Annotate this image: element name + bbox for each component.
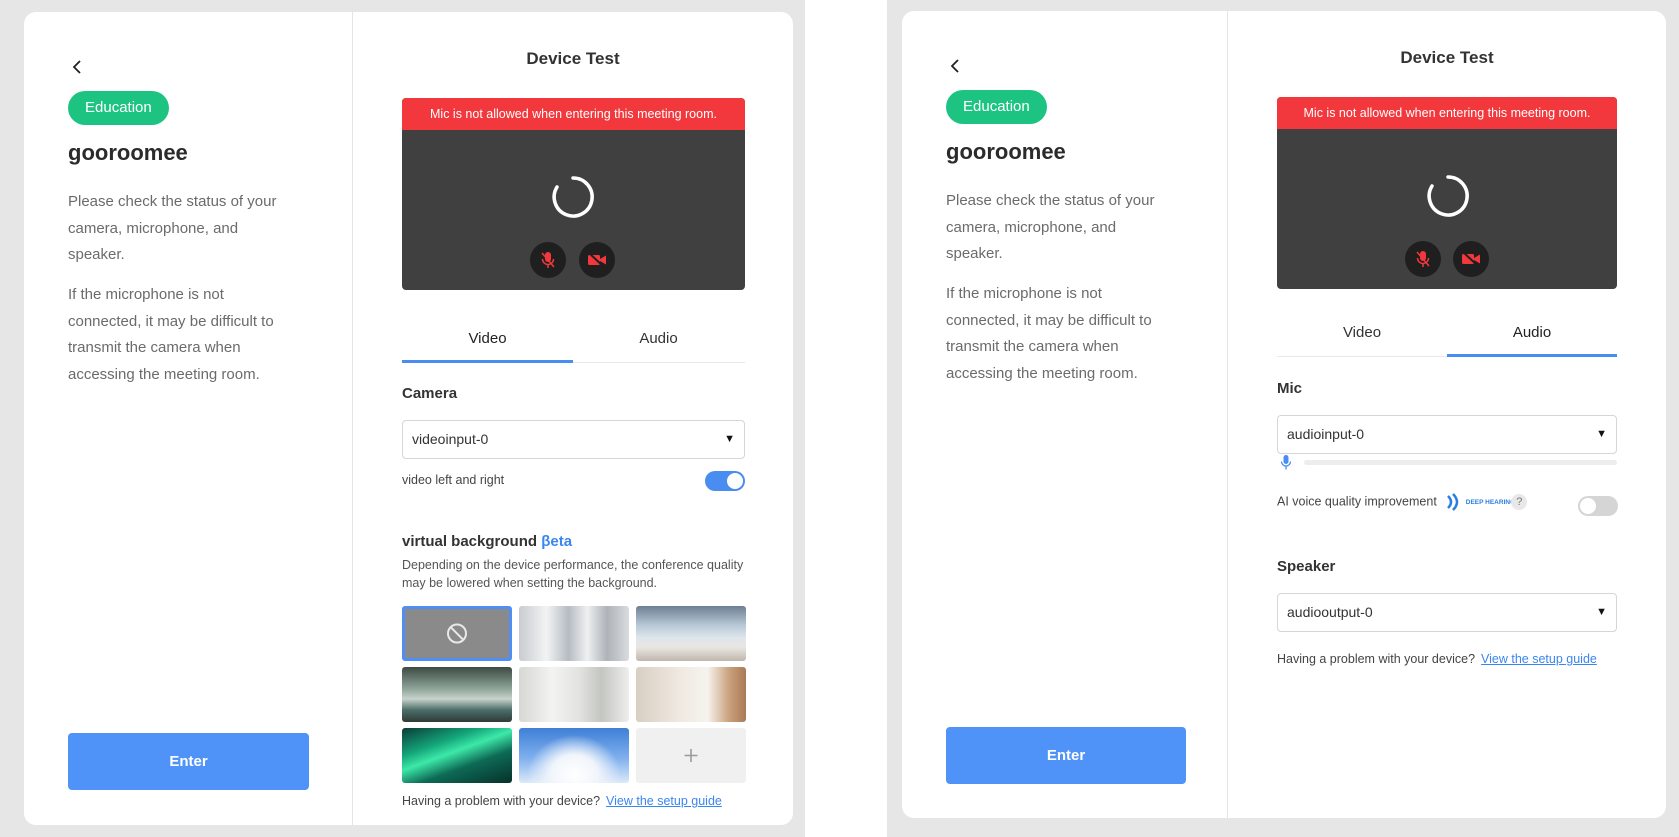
device-test-panel: Device Test Mic is not allowed when ente… xyxy=(1228,11,1666,818)
tab-video[interactable]: Video xyxy=(1277,309,1447,357)
active-tab-indicator xyxy=(1447,354,1617,357)
mic-level-meter xyxy=(1304,460,1617,465)
mic-icon xyxy=(1416,251,1430,267)
background-white-shelf[interactable] xyxy=(519,667,629,722)
camera-select[interactable]: videoinput-0 ▼ xyxy=(402,420,745,459)
setup-guide-link[interactable]: View the setup guide xyxy=(606,794,722,808)
ai-voice-row: AI voice quality improvement DEEP HEARIN… xyxy=(1277,493,1528,511)
toggle-knob xyxy=(1580,498,1596,514)
mic-warning-text: If the microphone is not connected, it m… xyxy=(946,285,1152,382)
device-test-card-video: Education gooroomee Please check the sta… xyxy=(24,12,793,825)
setup-guide-link[interactable]: View the setup guide xyxy=(1481,652,1597,666)
loading-spinner-icon xyxy=(552,176,594,218)
category-badge: Education xyxy=(68,91,169,125)
video-preview: Mic is not allowed when entering this me… xyxy=(1277,97,1617,289)
room-info-panel: Education gooroomee Please check the sta… xyxy=(24,12,353,825)
room-info-panel: Education gooroomee Please check the sta… xyxy=(902,11,1228,818)
enter-button[interactable]: Enter xyxy=(946,727,1186,784)
room-title: gooroomee xyxy=(68,140,188,165)
camera-off-icon xyxy=(1462,251,1480,267)
back-arrow-icon[interactable] xyxy=(946,55,966,77)
beta-badge: βeta xyxy=(541,533,573,550)
mic-icon xyxy=(541,252,555,268)
room-title: gooroomee xyxy=(946,139,1066,164)
virtual-background-desc: Depending on the device performance, the… xyxy=(402,558,744,590)
check-status-text: Please check the status of your camera, … xyxy=(68,193,277,263)
tab-audio[interactable]: Audio xyxy=(573,315,744,363)
camera-label: Camera xyxy=(402,385,458,402)
chevron-down-icon: ▼ xyxy=(1596,606,1607,618)
mic-not-allowed-alert: Mic is not allowed when entering this me… xyxy=(402,98,745,130)
add-icon xyxy=(684,749,698,762)
device-problem-text: Having a problem with your device? xyxy=(402,794,601,808)
device-test-card-audio: Education gooroomee Please check the sta… xyxy=(902,11,1666,818)
chevron-down-icon: ▼ xyxy=(724,433,735,445)
help-icon[interactable]: ? xyxy=(1511,494,1528,510)
virtual-background-title: virtual background βeta xyxy=(402,533,572,550)
mirror-video-toggle[interactable] xyxy=(705,471,745,491)
background-kitchen[interactable] xyxy=(402,667,512,722)
active-tab-indicator xyxy=(402,360,573,363)
background-wooden-shelf[interactable] xyxy=(636,667,746,722)
deep-hearing-logo-icon xyxy=(1447,493,1459,511)
background-aurora[interactable] xyxy=(402,728,512,783)
tab-audio[interactable]: Audio xyxy=(1447,309,1617,357)
device-test-title: Device Test xyxy=(1400,48,1494,67)
loading-spinner-icon xyxy=(1427,175,1469,217)
ai-voice-toggle[interactable] xyxy=(1578,496,1618,516)
enter-button[interactable]: Enter xyxy=(68,733,309,790)
background-blur[interactable] xyxy=(519,606,629,661)
device-problem-text: Having a problem with your device? xyxy=(1277,652,1476,666)
speaker-label: Speaker xyxy=(1277,558,1336,575)
mic-label: Mic xyxy=(1277,380,1303,397)
mic-warning-text: If the microphone is not connected, it m… xyxy=(68,286,274,383)
video-preview: Mic is not allowed when entering this me… xyxy=(402,98,745,290)
toggle-knob xyxy=(727,473,743,489)
chevron-down-icon: ▼ xyxy=(1596,428,1607,440)
mic-select-value: audioinput-0 xyxy=(1287,426,1365,442)
category-badge: Education xyxy=(946,90,1047,124)
tab-video[interactable]: Video xyxy=(402,315,573,363)
none-icon xyxy=(447,623,467,644)
camera-select-value: videoinput-0 xyxy=(412,431,489,447)
screen-divider-strip xyxy=(805,0,887,837)
back-arrow-icon[interactable] xyxy=(68,56,88,78)
mic-level-icon xyxy=(1280,455,1292,470)
background-none[interactable] xyxy=(402,606,512,661)
camera-toggle-button[interactable] xyxy=(579,242,615,278)
mirror-video-label: video left and right xyxy=(402,473,505,487)
camera-toggle-button[interactable] xyxy=(1453,241,1489,277)
device-test-panel: Device Test Mic is not allowed when ente… xyxy=(353,12,793,825)
speaker-select[interactable]: audiooutput-0 ▼ xyxy=(1277,593,1617,632)
speaker-select-value: audiooutput-0 xyxy=(1287,604,1373,620)
add-background-button[interactable] xyxy=(636,728,746,783)
setup-guide-row: Having a problem with your device? View t… xyxy=(1277,652,1597,666)
device-test-title: Device Test xyxy=(526,49,620,68)
virtual-background-label: virtual background xyxy=(402,533,538,550)
mic-toggle-button[interactable] xyxy=(1405,241,1441,277)
setup-guide-row: Having a problem with your device? View t… xyxy=(402,794,722,808)
check-status-text: Please check the status of your camera, … xyxy=(946,192,1155,262)
mic-not-allowed-alert: Mic is not allowed when entering this me… xyxy=(1277,97,1617,129)
mic-select[interactable]: audioinput-0 ▼ xyxy=(1277,415,1617,454)
ai-voice-label: AI voice quality improvement xyxy=(1277,494,1437,509)
background-living-room[interactable] xyxy=(636,606,746,661)
background-clouds[interactable] xyxy=(519,728,629,783)
deep-hearing-label: DEEP HEARING xyxy=(1465,498,1516,506)
camera-off-icon xyxy=(588,252,606,268)
mic-toggle-button[interactable] xyxy=(530,242,566,278)
